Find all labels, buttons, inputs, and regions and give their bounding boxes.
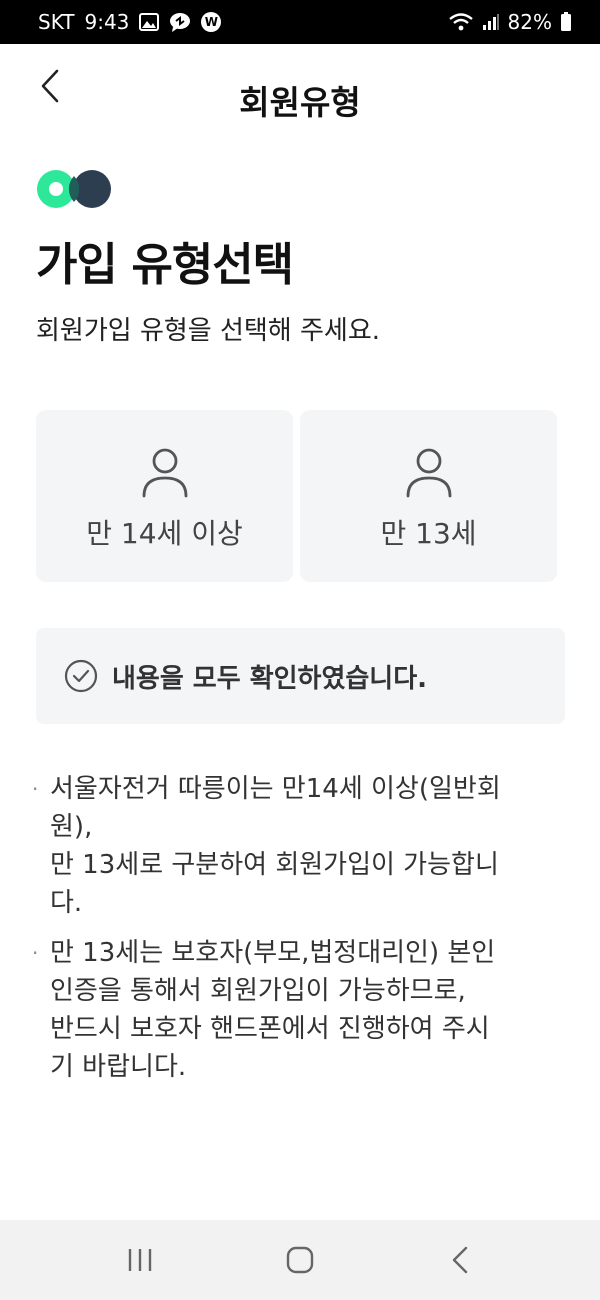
page-title: 회원유형 <box>239 83 361 122</box>
confirm-checkbox[interactable]: 내용을 모두 확인하였습니다. <box>36 628 565 724</box>
person-icon <box>406 448 451 498</box>
card-label: 만 14세 이상 <box>86 517 243 550</box>
gallery-icon <box>139 13 160 31</box>
confirm-label: 내용을 모두 확인하였습니다. <box>112 663 428 694</box>
notice-line: 반드시 보호자 핸드폰에서 진행하여 주시 <box>50 1014 490 1044</box>
person-icon <box>142 448 187 498</box>
notice-item: · 만 13세는 보호자(부모,법정대리인) 본인 인증을 통해서 회원가입이 … <box>32 934 562 1086</box>
bullet: · <box>32 941 39 965</box>
notice-line: 만 13세로 구분하여 회원가입이 가능합니 <box>50 850 499 880</box>
recent-apps-icon <box>128 1249 152 1271</box>
status-right: 82% <box>448 10 572 34</box>
notice-line: 기 바랍니다. <box>50 1052 187 1082</box>
check-circle-icon <box>64 659 98 693</box>
home-icon <box>286 1246 314 1274</box>
notice-line: 만 13세는 보호자(부모,법정대리인) 본인 <box>50 938 496 968</box>
notice-line: 원), <box>50 812 93 842</box>
card-label: 만 13세 <box>380 517 477 550</box>
battery-icon <box>560 12 572 32</box>
app-header: 회원유형 <box>0 44 600 154</box>
battery-percent: 82% <box>507 10 552 34</box>
notice-line: 인증을 통해서 회원가입이 가능하므로, <box>50 976 466 1006</box>
chat-icon <box>169 12 191 32</box>
clock: 9:43 <box>84 10 130 34</box>
type-card-13[interactable]: 만 13세 <box>300 410 557 582</box>
wifi-icon <box>448 12 474 32</box>
signal-icon <box>482 13 500 31</box>
status-left: SKT 9:43 W <box>38 10 222 34</box>
system-nav-bar <box>0 1220 600 1300</box>
type-card-14-plus[interactable]: 만 14세 이상 <box>36 410 293 582</box>
main-heading: 가입 유형선택 <box>36 238 294 291</box>
system-back-button[interactable] <box>430 1230 490 1290</box>
w-badge-icon: W <box>201 12 222 32</box>
bullet: · <box>32 777 39 801</box>
notice-line: 다. <box>50 888 83 918</box>
notice-line: 서울자전거 따릉이는 만14세 이상(일반회 <box>50 774 501 804</box>
carrier-label: SKT <box>38 10 75 34</box>
brand-logo <box>36 168 116 210</box>
back-icon <box>452 1246 468 1274</box>
recent-apps-button[interactable] <box>110 1230 170 1290</box>
notice-item: · 서울자전거 따릉이는 만14세 이상(일반회 원), 만 13세로 구분하여… <box>32 770 562 922</box>
subtitle: 회원가입 유형을 선택해 주세요. <box>36 316 381 346</box>
status-bar: SKT 9:43 W 82% <box>0 0 600 44</box>
notice-list: · 서울자전거 따릉이는 만14세 이상(일반회 원), 만 13세로 구분하여… <box>32 770 562 1098</box>
home-button[interactable] <box>270 1230 330 1290</box>
